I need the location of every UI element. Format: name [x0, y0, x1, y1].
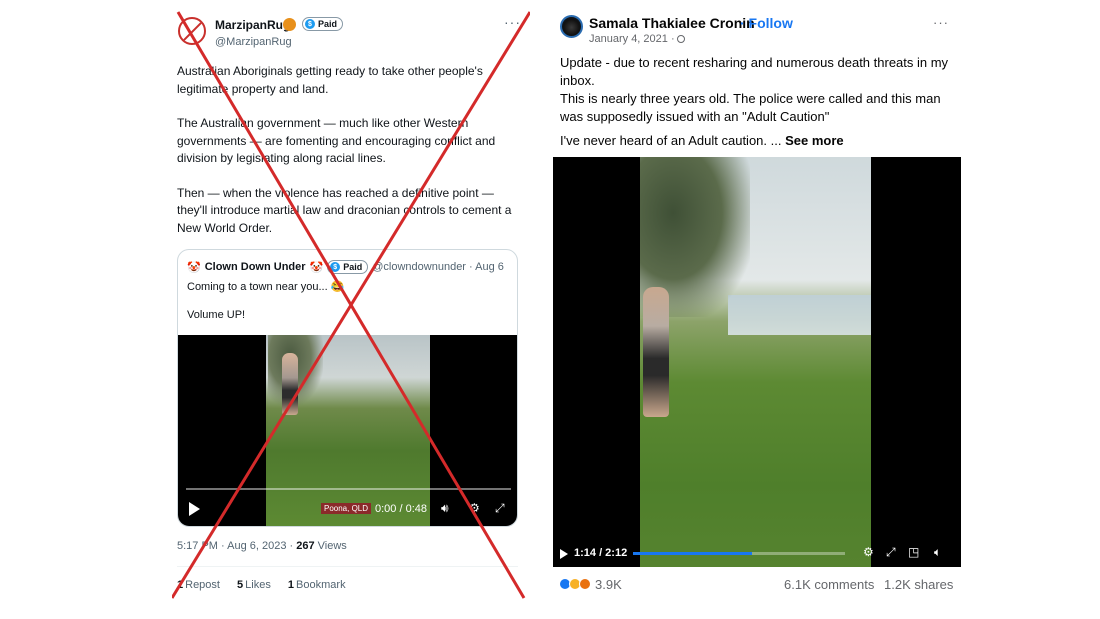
paid-badge: $ Paid	[327, 260, 369, 274]
play-icon[interactable]	[560, 549, 568, 559]
settings-icon[interactable]: ⚙︎	[863, 545, 874, 559]
quoted-tweet-header: 🤡 Clown Down Under 🤡 $ Paid @clowndownun…	[187, 260, 504, 274]
reactions-count[interactable]: 3.9K	[595, 577, 622, 592]
more-options-icon[interactable]: ···	[504, 14, 521, 30]
angry-reaction-icon	[579, 578, 591, 590]
picture-in-picture-icon[interactable]: ◳	[908, 545, 919, 559]
author-handle[interactable]: @MarzipanRug	[215, 36, 292, 48]
video-time: 1:14 / 2:12	[574, 547, 628, 559]
views-label: Views	[314, 540, 347, 552]
quoted-author-name[interactable]: Clown Down Under	[205, 261, 306, 273]
author-name[interactable]: MarzipanRug	[215, 18, 290, 32]
likes-label[interactable]: Likes	[245, 579, 271, 591]
clown-icon: 🤡	[187, 261, 201, 274]
tweet-paragraph: Australian Aboriginals getting ready to …	[177, 64, 483, 96]
play-icon[interactable]	[189, 502, 200, 516]
tweet-timestamp[interactable]: 5:17 PM · Aug 6, 2023 ·	[177, 540, 296, 552]
dollar-icon: $	[305, 19, 315, 29]
post-footer: 3.9K 6.1K comments 1.2K shares	[553, 575, 963, 595]
post-date[interactable]: January 4, 2021 ·	[589, 33, 685, 45]
volume-icon[interactable]: 🔊︎	[441, 501, 449, 516]
post-line: I've never heard of an Adult caution. ..…	[560, 132, 960, 150]
tweet-post: MarzipanRug $ Paid @MarzipanRug ··· Aust…	[172, 0, 530, 619]
fullscreen-icon[interactable]: ⤢	[495, 501, 505, 516]
bookmarks-count[interactable]: 1	[288, 579, 294, 591]
quoted-tweet-text: Volume UP!	[187, 309, 246, 321]
quoted-author-handle[interactable]: @clowndownunder · Aug 6	[372, 261, 504, 273]
location-tag: Poona, QLD	[321, 503, 372, 514]
quoted-tweet-text: Coming to a town near you... 😂	[187, 281, 345, 293]
post-date-text[interactable]: January 4, 2021 ·	[589, 33, 675, 45]
shares-count[interactable]: 1.2K shares	[884, 577, 953, 592]
video-person	[282, 353, 298, 415]
volume-icon[interactable]: 🔈︎	[934, 545, 941, 560]
video-player[interactable]: Poona, QLD 0:00 / 0:48 🔊︎ ⚙︎ ⤢	[178, 335, 517, 526]
post-line: Update - due to recent resharing and num…	[560, 55, 949, 88]
paid-badge: $ Paid	[302, 17, 344, 31]
video-progress-fill	[633, 552, 752, 555]
author-avatar[interactable]	[560, 15, 583, 38]
globe-icon	[676, 35, 685, 43]
paid-label: Paid	[343, 262, 363, 272]
video-time: 0:00 / 0:48	[375, 503, 427, 515]
paid-label: Paid	[318, 19, 338, 29]
divider	[177, 566, 518, 567]
follow-button[interactable]: · Follow	[740, 15, 793, 31]
clown-icon: 🤡	[309, 261, 324, 274]
video-progress-bar[interactable]	[186, 488, 511, 490]
comments-count[interactable]: 6.1K comments	[784, 577, 874, 592]
views-count: 267	[296, 540, 315, 552]
post-line: This is nearly three years old. The poli…	[560, 91, 941, 124]
tweet-stats: 1 Repost 5 Likes 1 Bookmark	[177, 579, 346, 591]
facebook-post: Samala Thakialee Cronin · Follow January…	[553, 0, 963, 619]
video-progress-bar[interactable]	[633, 552, 845, 555]
dollar-icon: $	[330, 262, 341, 272]
reposts-label[interactable]: Repost	[185, 579, 220, 591]
quoted-tweet[interactable]: 🤡 Clown Down Under 🤡 $ Paid @clowndownun…	[177, 249, 518, 527]
tweet-text: Australian Aboriginals getting ready to …	[177, 63, 517, 254]
more-options-icon[interactable]: ···	[933, 15, 949, 30]
verified-badge-icon	[283, 18, 296, 31]
video-person	[643, 287, 669, 417]
expand-icon[interactable]: ⤢	[886, 545, 896, 560]
see-more-link[interactable]: See more	[781, 133, 844, 148]
settings-icon[interactable]: ⚙︎	[469, 501, 480, 515]
video-player[interactable]: 1:14 / 2:12 ⚙︎ ⤢ ◳ 🔈︎	[553, 157, 961, 567]
post-text: Update - due to recent resharing and num…	[560, 54, 960, 150]
likes-count[interactable]: 5	[237, 579, 243, 591]
tweet-paragraph: The Australian government — much like ot…	[177, 116, 496, 165]
author-avatar[interactable]	[178, 17, 206, 45]
author-name[interactable]: Samala Thakialee Cronin	[589, 15, 755, 31]
bookmarks-label[interactable]: Bookmark	[296, 579, 346, 591]
reposts-count[interactable]: 1	[177, 579, 183, 591]
post-line-text: I've never heard of an Adult caution. ..…	[560, 133, 782, 148]
tweet-meta: 5:17 PM · Aug 6, 2023 · 267 Views	[177, 540, 347, 552]
tweet-paragraph: Then — when the violence has reached a d…	[177, 185, 512, 235]
